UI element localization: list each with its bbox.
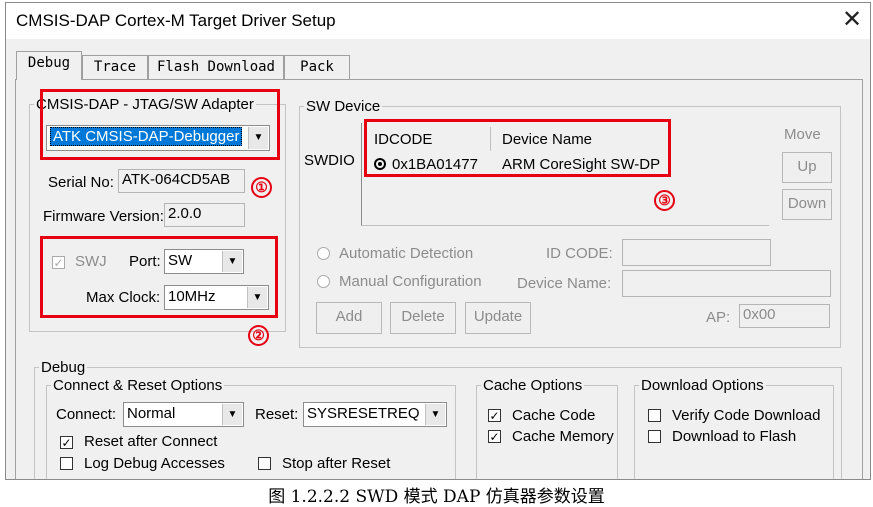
update-button[interactable]: Update	[465, 302, 531, 334]
down-button[interactable]: Down	[782, 189, 832, 220]
marker-1: ①	[251, 177, 272, 198]
stop-after-reset-label: Stop after Reset	[282, 455, 391, 472]
download-to-flash-checkbox[interactable]	[648, 430, 661, 443]
tab-flash-download[interactable]: Flash Download	[148, 55, 284, 79]
serial-label: Serial No:	[48, 174, 114, 191]
download-to-flash-label: Download to Flash	[672, 428, 797, 445]
auto-detect-radio[interactable]	[317, 247, 330, 260]
reset-after-connect-checkbox[interactable]: ✓	[60, 436, 73, 449]
up-button[interactable]: Up	[782, 152, 832, 183]
delete-button[interactable]: Delete	[390, 302, 456, 334]
ap-field[interactable]: 0x00	[739, 304, 830, 328]
firmware-field: 2.0.0	[164, 203, 245, 227]
marker-3: ③	[654, 190, 675, 211]
marker-2: ②	[248, 325, 269, 346]
cache-memory-label: Cache Memory	[512, 428, 614, 445]
ap-label: AP:	[706, 309, 731, 326]
cache-memory-checkbox[interactable]: ✓	[488, 430, 501, 443]
verify-code-download-checkbox[interactable]	[648, 409, 661, 422]
cache-code-label: Cache Code	[512, 407, 596, 424]
reset-after-connect-label: Reset after Connect	[84, 433, 218, 450]
window-title: CMSIS-DAP Cortex-M Target Driver Setup	[16, 11, 336, 30]
id-code-field[interactable]	[622, 239, 771, 266]
verify-code-download-label: Verify Code Download	[672, 407, 821, 424]
device-name-label: Device Name:	[517, 275, 612, 292]
annotation-box-1	[40, 89, 280, 160]
add-button[interactable]: Add	[316, 302, 382, 334]
move-label: Move	[784, 126, 821, 143]
cache-code-checkbox[interactable]: ✓	[488, 409, 501, 422]
stop-after-reset-checkbox[interactable]	[258, 457, 271, 470]
connect-select-value: Normal	[127, 405, 176, 422]
manual-config-radio[interactable]	[317, 275, 330, 288]
connect-reset-group-title: Connect & Reset Options	[51, 377, 225, 394]
setup-dialog: CMSIS-DAP Cortex-M Target Driver Setup ✕…	[5, 2, 871, 480]
annotation-box-2	[40, 236, 278, 318]
reset-select-value: SYSRESETREQ	[307, 405, 420, 422]
swdio-label: SWDIO	[304, 152, 355, 169]
id-code-label: ID CODE:	[546, 245, 613, 262]
serial-field: ATK-064CD5AB	[118, 169, 245, 193]
debug-group-title: Debug	[39, 359, 88, 376]
tab-debug[interactable]: Debug	[16, 51, 82, 80]
close-icon[interactable]: ✕	[838, 5, 866, 35]
download-options-group-title: Download Options	[639, 377, 766, 394]
connect-select[interactable]: Normal ▼	[123, 402, 244, 427]
reset-select[interactable]: SYSRESETREQ ▼	[303, 402, 447, 427]
connect-label: Connect:	[56, 406, 117, 423]
title-bar: CMSIS-DAP Cortex-M Target Driver Setup ✕	[6, 3, 870, 39]
manual-config-label: Manual Configuration	[339, 273, 482, 290]
tab-pack[interactable]: Pack	[284, 55, 350, 79]
figure-caption: 图 1.2.2.2 SWD 模式 DAP 仿真器参数设置	[268, 487, 605, 507]
chevron-down-icon[interactable]: ▼	[222, 404, 242, 425]
firmware-label: Firmware Version:	[43, 208, 164, 225]
annotation-box-3	[364, 119, 671, 177]
chevron-down-icon[interactable]: ▼	[425, 404, 445, 425]
cache-options-group-title: Cache Options	[481, 377, 585, 394]
reset-label: Reset:	[255, 406, 299, 423]
auto-detect-label: Automatic Detection	[339, 245, 474, 262]
sw-device-group-title: SW Device	[304, 98, 383, 115]
tab-trace[interactable]: Trace	[82, 55, 148, 79]
log-debug-accesses-label: Log Debug Accesses	[84, 455, 225, 472]
device-name-field[interactable]	[622, 270, 831, 297]
log-debug-accesses-checkbox[interactable]	[60, 457, 73, 470]
